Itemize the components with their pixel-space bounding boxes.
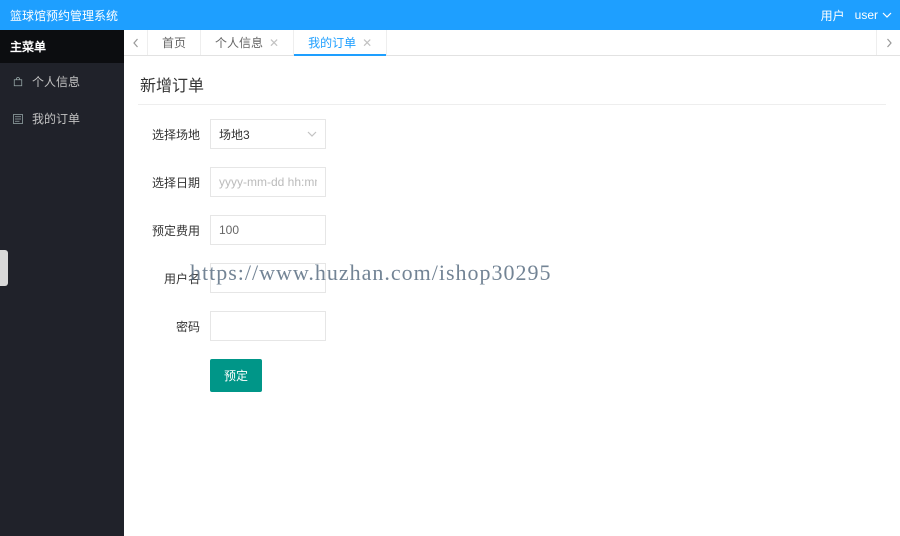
bag-icon	[12, 76, 24, 88]
sidebar-item-orders[interactable]: 我的订单	[0, 100, 124, 137]
tabs-scroll-left[interactable]	[124, 30, 148, 55]
chevron-left-icon	[131, 38, 141, 48]
venue-label: 选择场地	[138, 126, 210, 143]
submit-button[interactable]: 预定	[210, 359, 262, 392]
tab-label: 个人信息	[215, 34, 263, 51]
tab-close-icon[interactable]: ✕	[362, 37, 372, 49]
date-input[interactable]	[210, 167, 326, 197]
password-input[interactable]	[210, 311, 326, 341]
sidebar-item-profile[interactable]: 个人信息	[0, 63, 124, 100]
sidebar-collapse-handle[interactable]	[0, 250, 8, 286]
tab-home[interactable]: 首页	[148, 30, 201, 55]
password-label: 密码	[138, 318, 210, 335]
content: 新增订单 选择场地 场地3 选择日期 预定费用	[124, 56, 900, 536]
username-input[interactable]	[210, 263, 326, 293]
row-cost: 预定费用	[138, 215, 886, 245]
sidebar: 主菜单 个人信息 我的订单	[0, 30, 124, 536]
list-icon	[12, 113, 24, 125]
cost-label: 预定费用	[138, 222, 210, 239]
sidebar-title: 主菜单	[0, 30, 124, 63]
main: 首页 个人信息 ✕ 我的订单 ✕ 新增订单 选择场地	[124, 30, 900, 536]
tab-label: 首页	[162, 34, 186, 51]
row-submit: 预定	[138, 359, 886, 392]
row-password: 密码	[138, 311, 886, 341]
topbar: 篮球馆预约管理系统 用户 user	[0, 0, 900, 30]
row-date: 选择日期	[138, 167, 886, 197]
chevron-down-icon	[882, 10, 892, 20]
username-label: 用户名	[138, 270, 210, 287]
user-name-text: user	[855, 8, 878, 22]
chevron-down-icon	[307, 129, 317, 139]
tabs-bar: 首页 个人信息 ✕ 我的订单 ✕	[124, 30, 900, 56]
row-username: 用户名	[138, 263, 886, 293]
tabs: 首页 个人信息 ✕ 我的订单 ✕	[148, 30, 876, 55]
sidebar-item-label: 个人信息	[32, 73, 80, 90]
chevron-right-icon	[884, 38, 894, 48]
sidebar-item-label: 我的订单	[32, 110, 80, 127]
tab-label: 我的订单	[308, 34, 356, 51]
tab-orders[interactable]: 我的订单 ✕	[294, 30, 387, 55]
row-venue: 选择场地 场地3	[138, 119, 886, 149]
tabs-scroll-right[interactable]	[876, 30, 900, 55]
user-menu[interactable]: user	[855, 8, 892, 22]
tab-close-icon[interactable]: ✕	[269, 37, 279, 49]
venue-select-value: 场地3	[219, 126, 250, 143]
app-title: 篮球馆预约管理系统	[8, 7, 118, 24]
tab-profile[interactable]: 个人信息 ✕	[201, 30, 294, 55]
venue-select[interactable]: 场地3	[210, 119, 326, 149]
user-label: 用户	[821, 7, 845, 24]
date-label: 选择日期	[138, 174, 210, 191]
page-title: 新增订单	[138, 66, 886, 105]
cost-input[interactable]	[210, 215, 326, 245]
